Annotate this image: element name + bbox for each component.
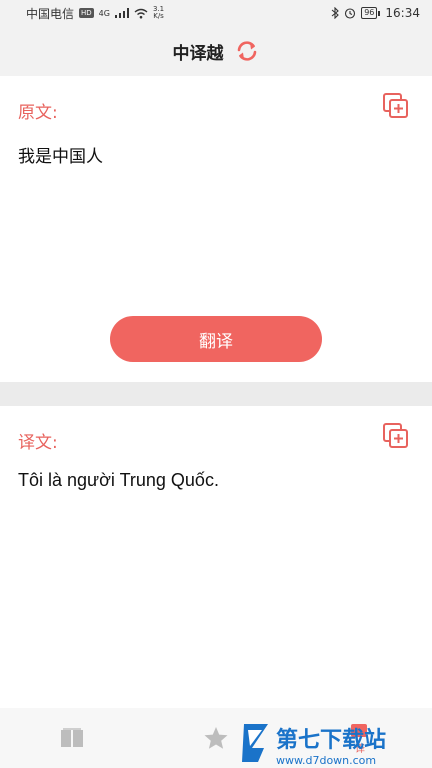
source-label: 原文:	[18, 103, 58, 123]
status-right: 96 16:34	[331, 6, 420, 20]
signal-type: 4G	[98, 8, 110, 18]
hd-badge: HD	[79, 8, 94, 18]
copy-add-icon	[383, 93, 408, 118]
net-speed-unit: K/s	[153, 12, 164, 20]
alarm-icon	[345, 8, 356, 19]
clock-time: 16:34	[385, 6, 420, 20]
target-text: Tôi là người Trung Quốc.	[18, 470, 219, 490]
net-speed: 3.1 K/s	[153, 6, 164, 20]
watermark-logo: 第七下载站 www.d7down.com	[242, 724, 386, 767]
wifi-icon	[134, 8, 148, 18]
nav-item-favorites[interactable]	[186, 708, 246, 768]
battery-level: 96	[361, 7, 378, 19]
cell-signal-icon	[114, 8, 129, 18]
watermark-url: www.d7down.com	[276, 754, 376, 767]
source-text[interactable]: 我是中国人	[18, 142, 103, 167]
target-panel: 译文: Tôi là người Trung Quốc.	[0, 406, 432, 708]
nav-item-book[interactable]	[42, 708, 102, 768]
star-icon	[204, 727, 228, 749]
book-icon	[61, 728, 83, 747]
battery-indicator: 96	[361, 7, 381, 19]
refresh-swap-icon	[237, 41, 256, 61]
status-left: 中国电信 HD 4G 3.1 K/s	[26, 5, 164, 22]
target-label: 译文:	[18, 433, 58, 453]
translate-button[interactable]: 翻译	[110, 316, 322, 362]
bluetooth-icon	[331, 7, 340, 19]
copy-add-icon	[383, 423, 408, 448]
target-copy-button[interactable]	[382, 422, 410, 450]
app-title: 中译越	[172, 43, 224, 64]
swap-language-button[interactable]	[234, 38, 260, 64]
status-bar: 中国电信 HD 4G 3.1 K/s 96 16:34	[0, 0, 432, 26]
source-copy-button[interactable]	[382, 92, 410, 120]
battery-tip	[378, 10, 381, 16]
watermark-brand: 第七下载站	[276, 727, 386, 753]
carrier-name: 中国电信	[26, 6, 75, 21]
app-header: 中译越	[0, 26, 432, 76]
source-panel: 原文: 我是中国人 翻译	[0, 76, 432, 382]
